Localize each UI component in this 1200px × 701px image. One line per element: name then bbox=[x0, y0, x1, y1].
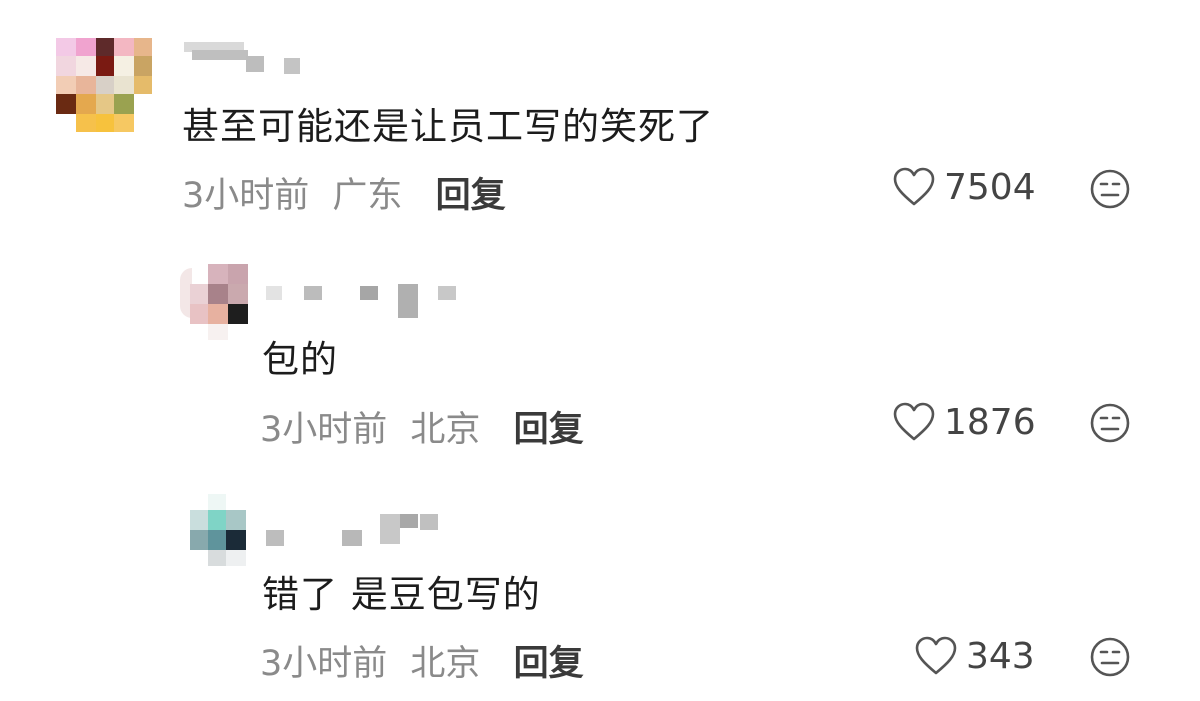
heart-outline-icon bbox=[915, 636, 957, 675]
comment-time: 3小时前 bbox=[182, 176, 310, 216]
neutral-face-icon[interactable] bbox=[1089, 636, 1131, 678]
username-blurred[interactable] bbox=[262, 508, 462, 568]
like-button[interactable]: 7504 bbox=[892, 166, 1036, 208]
like-count: 1876 bbox=[944, 401, 1036, 443]
comment-meta: 3小时前 广东 回复 bbox=[182, 167, 506, 218]
avatar[interactable] bbox=[56, 38, 154, 134]
comment-location: 广东 bbox=[332, 176, 403, 216]
comment-time: 3小时前 bbox=[260, 644, 388, 684]
comment-text: 甚至可能还是让员工写的笑死了 bbox=[182, 105, 714, 148]
like-button[interactable]: 1876 bbox=[892, 401, 1036, 443]
comment-text: 包的 bbox=[262, 338, 338, 381]
comment-meta: 3小时前 北京 回复 bbox=[260, 401, 584, 452]
like-count: 343 bbox=[966, 635, 1035, 677]
comment-meta: 3小时前 北京 回复 bbox=[260, 635, 584, 686]
reply-button[interactable]: 回复 bbox=[436, 176, 506, 216]
like-button[interactable]: 343 bbox=[914, 635, 1035, 677]
comment-location: 北京 bbox=[410, 410, 481, 450]
neutral-face-icon[interactable] bbox=[1089, 402, 1131, 444]
comment-location: 北京 bbox=[410, 644, 481, 684]
avatar[interactable] bbox=[180, 264, 250, 344]
avatar[interactable] bbox=[190, 494, 250, 572]
heart-outline-icon bbox=[893, 402, 935, 441]
neutral-face-icon[interactable] bbox=[1089, 168, 1131, 210]
comment-text: 错了 是豆包写的 bbox=[262, 573, 541, 616]
username-blurred[interactable] bbox=[184, 36, 314, 96]
reply-button[interactable]: 回复 bbox=[514, 410, 584, 450]
comment-time: 3小时前 bbox=[260, 410, 388, 450]
like-count: 7504 bbox=[944, 166, 1036, 208]
reply-button[interactable]: 回复 bbox=[514, 644, 584, 684]
heart-outline-icon bbox=[893, 167, 935, 206]
